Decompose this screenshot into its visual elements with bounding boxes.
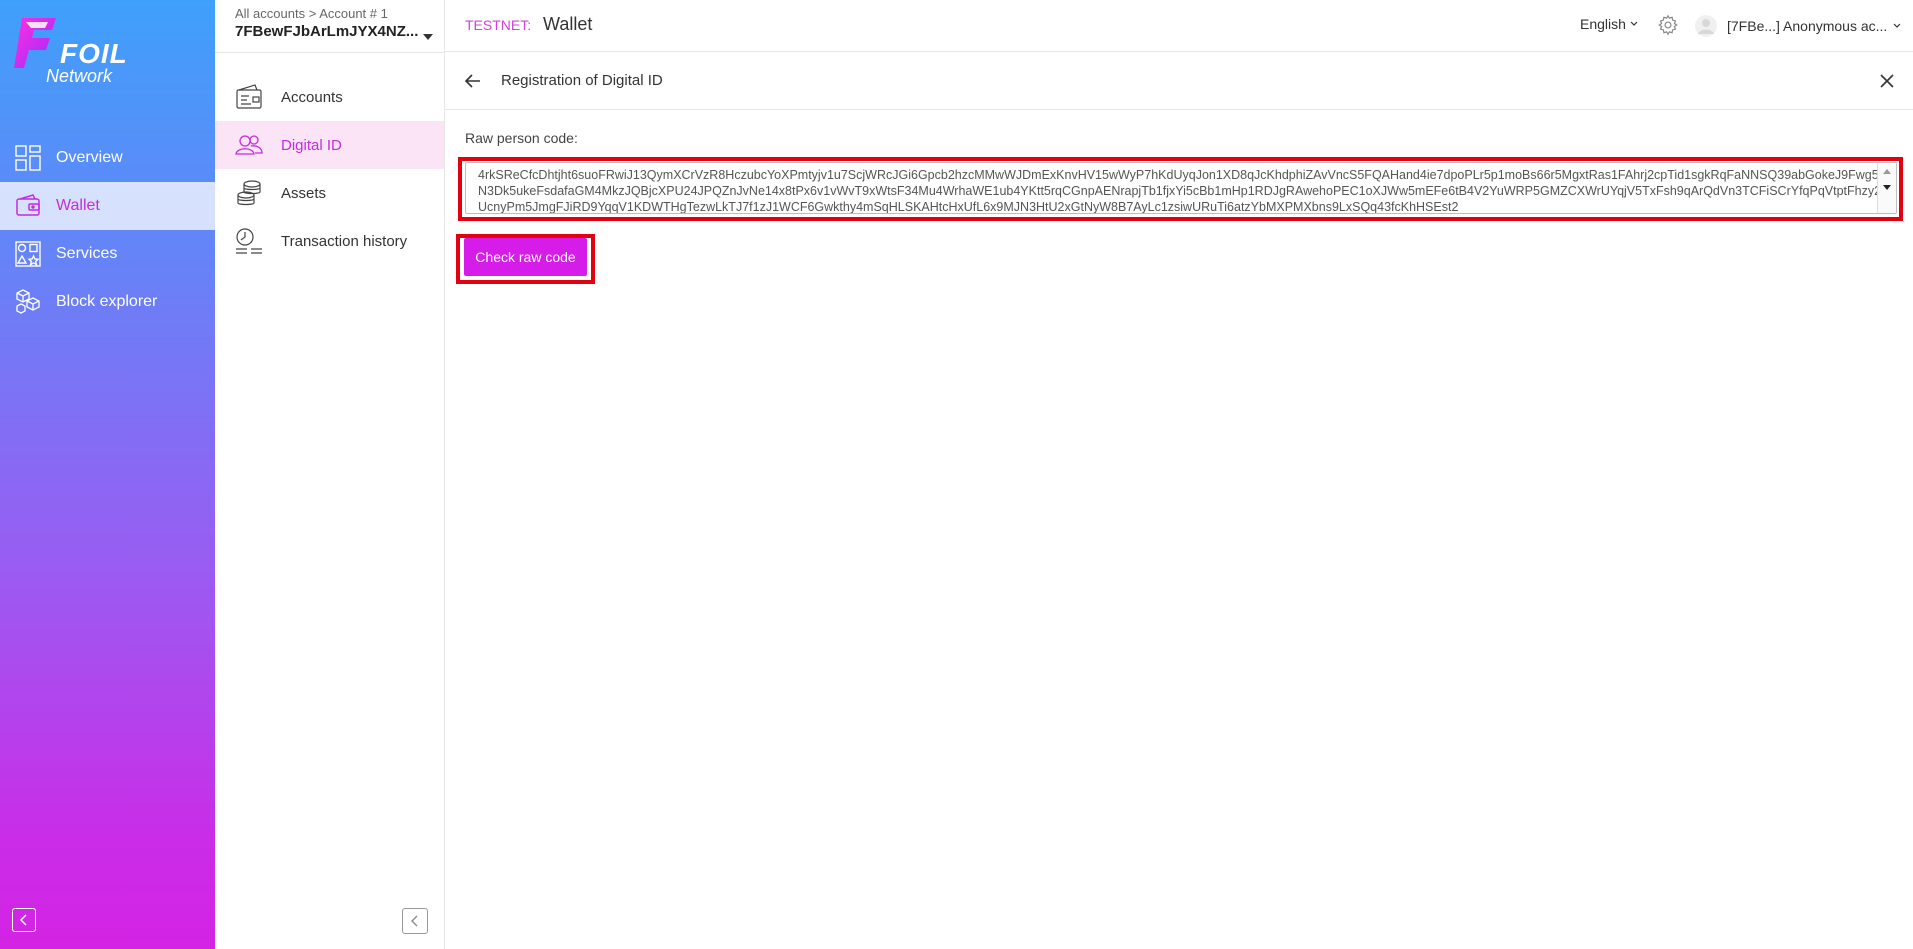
nav-item-services[interactable]: Services bbox=[0, 230, 215, 278]
coins-icon bbox=[235, 179, 263, 207]
people-icon bbox=[235, 131, 263, 159]
subnav-item-label: Accounts bbox=[281, 88, 343, 106]
collapse-subnav-button[interactable] bbox=[402, 908, 428, 934]
shapes-icon bbox=[14, 240, 42, 268]
page-title: Registration of Digital ID bbox=[501, 72, 663, 89]
section-title: Wallet bbox=[543, 14, 593, 34]
subnav-item-accounts[interactable]: Accounts bbox=[215, 73, 444, 121]
check-raw-code-button[interactable]: Check raw code bbox=[464, 238, 587, 276]
textarea-scrollbar[interactable] bbox=[1877, 163, 1896, 213]
wallet-icon bbox=[14, 192, 42, 220]
language-value: English bbox=[1580, 16, 1626, 32]
subnav-item-digital-id[interactable]: Digital ID bbox=[215, 121, 444, 169]
user-name: [7FBe...] Anonymous ac... bbox=[1727, 18, 1888, 34]
avatar-icon bbox=[1695, 15, 1717, 37]
main-nav: Overview Wallet Services Block explorer bbox=[0, 134, 215, 326]
wallet-subnav: Accounts Digital ID Assets Transaction h… bbox=[215, 73, 444, 265]
caret-down-icon bbox=[423, 34, 433, 40]
subnav-item-assets[interactable]: Assets bbox=[215, 169, 444, 217]
network-label: TESTNET: bbox=[465, 17, 532, 33]
subnav-item-label: Transaction history bbox=[281, 232, 408, 250]
chevron-down-icon bbox=[1893, 23, 1901, 28]
back-button[interactable] bbox=[461, 69, 485, 93]
chevron-left-icon bbox=[411, 915, 418, 927]
cubes-icon bbox=[14, 288, 42, 316]
grid-icon bbox=[14, 144, 42, 172]
collapse-sidebar-button[interactable] bbox=[12, 908, 36, 932]
subnav-item-transaction-history[interactable]: Transaction history bbox=[215, 217, 444, 265]
chevron-down-icon bbox=[1630, 21, 1638, 26]
nav-item-label: Overview bbox=[56, 149, 123, 166]
account-breadcrumb: All accounts > Account # 1 bbox=[235, 6, 388, 21]
gear-icon bbox=[1658, 14, 1678, 36]
clock-list-icon bbox=[235, 227, 263, 255]
top-header: TESTNET: Wallet English [7FBe...] Anonym… bbox=[445, 0, 1913, 52]
divider bbox=[215, 52, 445, 53]
nav-item-label: Block explorer bbox=[56, 293, 158, 310]
nav-item-label: Wallet bbox=[56, 197, 100, 214]
nav-item-label: Services bbox=[56, 245, 118, 262]
logo-subtitle: Network bbox=[46, 66, 113, 86]
account-address: 7FBewFJbArLmJYX4NZ... bbox=[235, 23, 419, 40]
main-sidebar: FOIL Network Overview Wallet Services Bl… bbox=[0, 0, 215, 949]
user-menu[interactable]: [7FBe...] Anonymous ac... bbox=[1695, 15, 1901, 37]
close-button[interactable] bbox=[1875, 69, 1899, 93]
wallet-subnav-panel: All accounts > Account # 1 7FBewFJbArLmJ… bbox=[215, 0, 445, 949]
wallet-card-icon bbox=[235, 83, 263, 111]
arrow-left-icon bbox=[464, 74, 480, 88]
raw-person-code-input[interactable]: 4rkSReCfcDhtjht6suoFRwiJ13QymXCrVzR8Hczu… bbox=[465, 162, 1897, 214]
page-header: Registration of Digital ID bbox=[445, 53, 1913, 110]
language-selector[interactable]: English bbox=[1580, 16, 1638, 32]
nav-item-wallet[interactable]: Wallet bbox=[0, 182, 215, 230]
close-icon bbox=[1880, 74, 1894, 88]
subnav-item-label: Digital ID bbox=[281, 136, 342, 154]
scroll-up-icon bbox=[1883, 169, 1891, 174]
account-selector[interactable]: All accounts > Account # 1 7FBewFJbArLmJ… bbox=[235, 4, 435, 52]
chevron-left-icon bbox=[19, 914, 27, 926]
raw-code-label: Raw person code: bbox=[465, 130, 578, 146]
settings-button[interactable] bbox=[1657, 14, 1679, 36]
nav-item-overview[interactable]: Overview bbox=[0, 134, 215, 182]
nav-item-block-explorer[interactable]: Block explorer bbox=[0, 278, 215, 326]
subnav-item-label: Assets bbox=[281, 184, 327, 202]
scroll-down-icon bbox=[1883, 185, 1891, 190]
